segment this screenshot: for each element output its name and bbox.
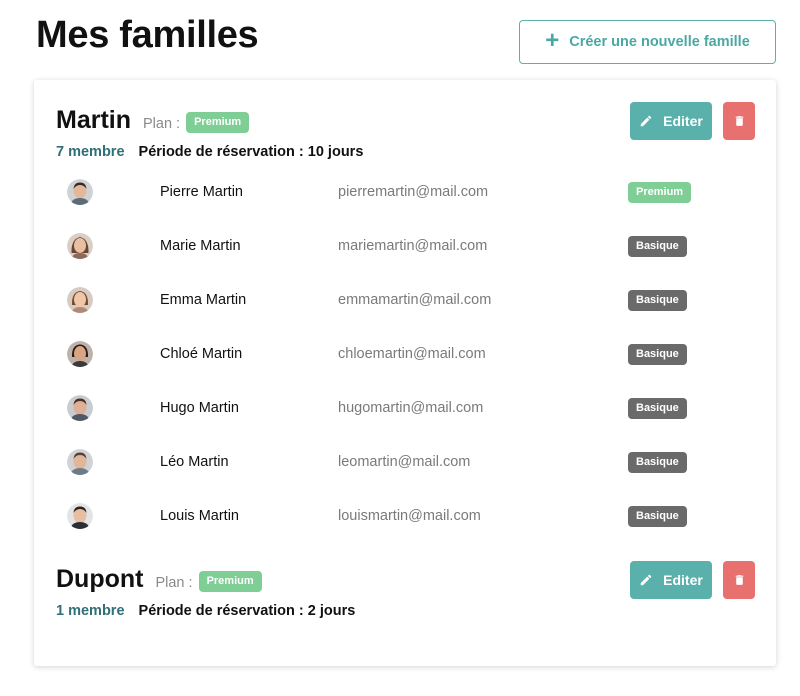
member-avatar (67, 503, 93, 529)
create-family-label: Créer une nouvelle famille (569, 34, 750, 50)
family-summary: 7 membre Période de réservation : 10 jou… (56, 144, 363, 160)
member-avatar (67, 449, 93, 475)
member-email: mariemartin@mail.com (338, 238, 488, 254)
member-avatar (67, 395, 93, 421)
edit-label: Editer (663, 572, 703, 588)
member-email: emmamartin@mail.com (338, 292, 492, 308)
family-header: Martin Plan : Premium (56, 106, 250, 136)
families-card: Martin Plan : Premium 7 membre Période d… (34, 80, 776, 666)
member-name: Hugo Martin (160, 400, 239, 416)
family-plan-badge: Premium (198, 571, 262, 592)
member-name: Louis Martin (160, 508, 239, 524)
member-name: Emma Martin (160, 292, 247, 308)
member-row: Hugo Martin hugomartin@mail.com Basique (34, 382, 776, 436)
member-row: Chloé Martin chloemartin@mail.com Basiqu… (34, 328, 776, 382)
trash-icon (735, 575, 743, 585)
edit-family-button[interactable]: Editer (630, 102, 712, 140)
member-avatar (67, 233, 93, 259)
pencil-icon (640, 574, 652, 586)
member-name: Léo Martin (160, 454, 229, 470)
create-family-button[interactable]: + Créer une nouvelle famille (519, 20, 776, 64)
member-count-link[interactable]: 7 membre (56, 144, 125, 160)
member-avatar (67, 287, 93, 313)
member-row: Léo Martin leomartin@mail.com Basique (34, 436, 776, 490)
family-name: Martin (56, 106, 131, 134)
family-plan-badge: Premium (186, 112, 250, 133)
plan-label: Plan : (143, 116, 181, 132)
member-email: pierremartin@mail.com (338, 184, 489, 200)
member-plan-badge: Basique (628, 398, 687, 419)
member-name: Marie Martin (160, 238, 241, 254)
edit-family-button[interactable]: Editer (630, 561, 712, 599)
member-row: Emma Martin emmamartin@mail.com Basique (34, 274, 776, 328)
family-header: Dupont Plan : Premium (56, 565, 262, 595)
edit-label: Editer (663, 113, 703, 129)
member-name: Pierre Martin (160, 184, 243, 200)
member-email: hugomartin@mail.com (338, 400, 484, 416)
reservation-period: Période de réservation : 2 jours (138, 603, 356, 619)
member-plan-badge: Basique (628, 290, 687, 311)
page-title: Mes familles (36, 14, 259, 56)
pencil-icon (640, 115, 652, 127)
family-name: Dupont (56, 565, 144, 593)
reservation-period: Période de réservation : 10 jours (138, 144, 364, 160)
member-row: Marie Martin mariemartin@mail.com Basiqu… (34, 220, 776, 274)
member-plan-badge: Premium (628, 182, 692, 203)
plan-label: Plan : (155, 575, 193, 591)
member-name: Chloé Martin (160, 346, 243, 362)
member-plan-badge: Basique (628, 236, 687, 257)
member-plan-badge: Basique (628, 344, 687, 365)
member-avatar (67, 341, 93, 367)
trash-icon (735, 116, 743, 126)
member-plan-badge: Basique (628, 506, 687, 527)
family-summary: 1 membre Période de réservation : 2 jour… (56, 603, 355, 619)
member-row: Pierre Martin pierremartin@mail.com Prem… (34, 166, 776, 220)
member-email: leomartin@mail.com (338, 454, 471, 470)
member-plan-badge: Basique (628, 452, 687, 473)
member-avatar (67, 179, 93, 205)
delete-family-button[interactable] (723, 102, 755, 140)
member-email: louismartin@mail.com (338, 508, 481, 524)
delete-family-button[interactable] (723, 561, 755, 599)
member-count-link[interactable]: 1 membre (56, 603, 125, 619)
member-row: Louis Martin louismartin@mail.com Basiqu… (34, 490, 776, 544)
member-email: chloemartin@mail.com (338, 346, 486, 362)
plus-icon: + (545, 26, 560, 54)
